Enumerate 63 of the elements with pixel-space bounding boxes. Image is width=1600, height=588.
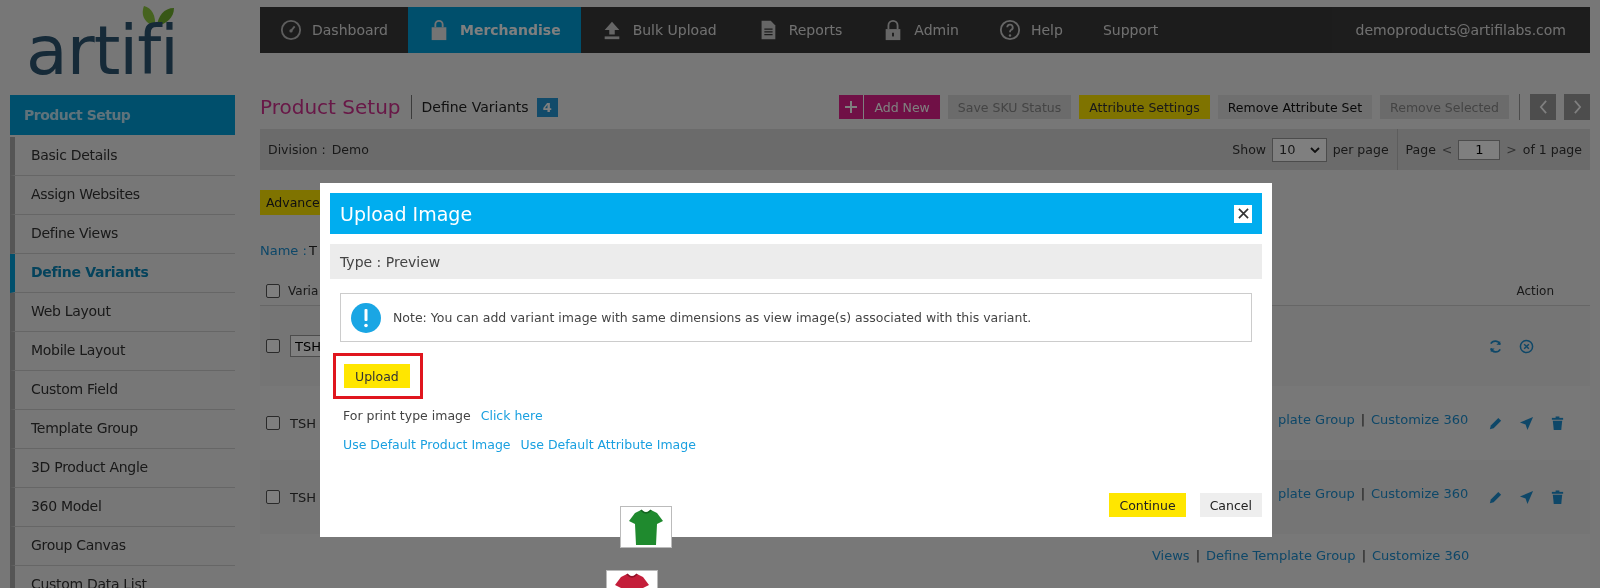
page-title: Product Setup bbox=[260, 95, 412, 119]
sidebar-item[interactable]: 3D Product Angle bbox=[10, 449, 235, 488]
prev-page-link[interactable]: < bbox=[1441, 142, 1453, 157]
table-link[interactable]: Views bbox=[1152, 548, 1190, 563]
sidebar-item[interactable]: Assign Websites bbox=[10, 176, 235, 215]
sidebar-item[interactable]: Define Variants bbox=[10, 254, 235, 293]
page-label: Page bbox=[1405, 142, 1436, 157]
nav-tab[interactable]: Support bbox=[1082, 7, 1179, 53]
sidebar-item[interactable]: Template Group bbox=[10, 410, 235, 449]
toolbar-button[interactable]: Add New bbox=[839, 95, 940, 119]
sidebar-item[interactable]: Mobile Layout bbox=[10, 332, 235, 371]
count-badge: 4 bbox=[536, 97, 558, 117]
sidebar-item[interactable]: Define Views bbox=[10, 215, 235, 254]
division-value: Demo bbox=[331, 142, 369, 157]
nav-tab[interactable]: Merchandise bbox=[407, 7, 581, 53]
nav-tab[interactable]: Admin bbox=[862, 7, 979, 53]
dialog-button[interactable]: Continue bbox=[1109, 493, 1186, 517]
print-text: For print type image bbox=[343, 408, 471, 423]
logo: artifi bbox=[26, 1, 178, 81]
page-subtitle: Define Variants bbox=[420, 99, 529, 115]
sidebar-item[interactable]: Web Layout bbox=[10, 293, 235, 332]
note-text: Note: You can add variant image with same dimensions as view image(s) associated with this variant. bbox=[393, 310, 1032, 325]
column-header: Varia bbox=[288, 284, 319, 298]
division-label: Division : bbox=[268, 142, 326, 157]
per-page-label: per page bbox=[1332, 142, 1389, 157]
table-link[interactable]: Customize 360 bbox=[1371, 412, 1469, 427]
click-here-link[interactable]: Click here bbox=[480, 408, 543, 423]
sku-text: TSH bbox=[290, 415, 316, 431]
toolbar-button[interactable]: Attribute Settings bbox=[1079, 95, 1210, 119]
toolbar-button[interactable]: Remove Attribute Set bbox=[1217, 95, 1373, 119]
table-link[interactable]: plate Group bbox=[1278, 486, 1355, 501]
table-link[interactable]: Customize 360 bbox=[1371, 486, 1469, 501]
separator: | bbox=[1360, 486, 1366, 501]
name-value: T bbox=[308, 243, 317, 258]
sidebar-item[interactable]: Custom Field bbox=[10, 371, 235, 410]
next-page-link[interactable]: > bbox=[1506, 142, 1517, 157]
type-label: Type : Preview bbox=[340, 253, 441, 270]
table-link[interactable]: Define Template Group bbox=[1206, 548, 1356, 563]
page-count: of 1 page bbox=[1522, 142, 1582, 157]
default-image-link[interactable]: Use Default Product Image bbox=[343, 437, 511, 452]
nav-tab[interactable]: Help bbox=[978, 7, 1083, 53]
show-label: Show bbox=[1232, 142, 1267, 157]
dialog-title: Upload Image bbox=[340, 202, 473, 225]
sidebar-item[interactable]: Basic Details bbox=[10, 137, 235, 176]
separator: | bbox=[1361, 548, 1366, 563]
sidebar-item[interactable]: 360 Model bbox=[10, 488, 235, 527]
table-link[interactable]: Customize 360 bbox=[1372, 548, 1470, 563]
dialog-button[interactable]: Cancel bbox=[1199, 493, 1262, 517]
per-page-select[interactable]: 10 bbox=[1272, 137, 1327, 162]
column-header: Action bbox=[1516, 284, 1554, 298]
sidebar-title: Product Setup bbox=[10, 95, 235, 135]
separator: | bbox=[1195, 548, 1200, 563]
nav-tab[interactable]: Bulk Upload bbox=[580, 7, 737, 53]
name-label: Name : bbox=[260, 243, 307, 258]
sidebar-item[interactable]: Group Canvas bbox=[10, 527, 235, 566]
separator: | bbox=[1360, 412, 1366, 427]
nav-tab[interactable]: Reports bbox=[736, 7, 863, 53]
table-link[interactable]: plate Group bbox=[1278, 412, 1355, 427]
page-input[interactable]: 1 bbox=[1458, 139, 1501, 160]
sku-text: TSH bbox=[290, 489, 316, 505]
nav-tab[interactable]: Dashboard bbox=[260, 7, 408, 53]
default-image-link[interactable]: Use Default Attribute Image bbox=[520, 437, 696, 452]
upload-button[interactable]: Upload bbox=[344, 364, 410, 388]
